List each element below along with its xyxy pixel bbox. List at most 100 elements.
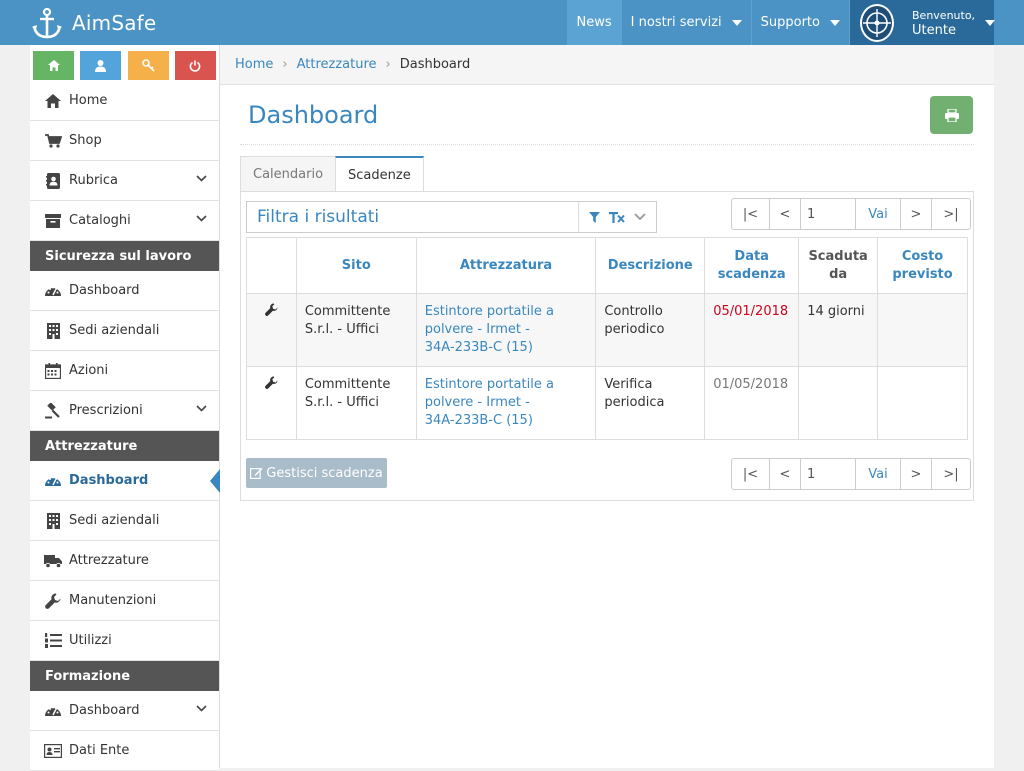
tab-bar: Calendario Scadenze — [240, 156, 424, 192]
pagination-top: |< < 1 Vai > >| — [731, 198, 971, 230]
pager-page-input[interactable]: 1 — [801, 199, 856, 229]
dashboard-icon — [45, 476, 61, 486]
cell-line: Estintore portatile a — [424, 304, 554, 319]
app-logo[interactable]: AimSafe — [30, 0, 156, 45]
sidebar-item-rubrica[interactable]: Rubrica — [30, 161, 219, 201]
logout-quick-button[interactable] — [174, 51, 216, 80]
building-icon — [46, 512, 60, 529]
breadcrumb-home[interactable]: Home — [235, 57, 273, 72]
sidebar-item-attrezzature[interactable]: Attrezzature — [30, 541, 219, 581]
filter-icon[interactable] — [589, 211, 601, 223]
col-header-costo-previsto[interactable]: Costo previsto — [877, 237, 968, 294]
sidebar-item-manutenzioni[interactable]: Manutenzioni — [30, 581, 219, 621]
nav-supporto[interactable]: Supporto — [750, 0, 849, 45]
sidebar-item-sicurezza-sedi[interactable]: Sedi aziendali — [30, 311, 219, 351]
pager-next-button[interactable]: > — [901, 199, 932, 229]
pager-first-button[interactable]: |< — [732, 199, 770, 229]
gestisci-scadenza-button[interactable]: Gestisci scadenza — [246, 458, 387, 488]
sidebar-item-label: Dati Ente — [69, 743, 130, 758]
home-quick-button[interactable] — [33, 51, 74, 80]
user-greeting: Benvenuto, — [912, 8, 976, 22]
user-icon — [95, 59, 107, 72]
sidebar-item-dati-ente[interactable]: Dati Ente — [30, 731, 219, 771]
sidebar-item-label: Prescrizioni — [69, 403, 143, 418]
user-menu[interactable]: Benvenuto, Utente — [849, 0, 996, 45]
col-header-data-scadenza[interactable]: Data scadenza — [704, 237, 800, 294]
address-book-icon — [46, 172, 60, 189]
sidebar-item-attrezzature-dashboard[interactable]: Dashboard — [30, 461, 220, 501]
sidebar-item-home[interactable]: Home — [30, 81, 219, 121]
cell-attrezzatura-link[interactable]: Estintore portatile a polvere - Irmet - 34… — [415, 366, 597, 440]
print-button[interactable] — [930, 96, 973, 134]
chevron-down-icon — [196, 405, 207, 412]
title-divider — [240, 144, 974, 145]
sidebar-item-sicurezza-dashboard[interactable]: Dashboard — [30, 271, 219, 311]
chevron-down-icon[interactable] — [634, 213, 646, 221]
sidebar-item-label: Shop — [69, 133, 102, 148]
pager-last-button[interactable]: >| — [932, 459, 970, 489]
sidebar-item-azioni[interactable]: Azioni — [30, 351, 219, 391]
cell-attrezzatura-link[interactable]: Estintore portatile a polvere - Irmet - 34… — [415, 293, 597, 367]
pager-page-input[interactable]: 1 — [801, 459, 856, 489]
scadenze-panel: |< < 1 Vai > >| Sito Attrezzatura Descri… — [240, 191, 974, 501]
filter-input[interactable] — [247, 202, 578, 232]
sidebar-section-formazione: Formazione — [30, 661, 219, 691]
pagination-bottom: |< < 1 Vai > >| — [731, 458, 971, 490]
sidebar-item-cataloghi[interactable]: Cataloghi — [30, 201, 219, 241]
sidebar-item-attrezzature-sedi[interactable]: Sedi aziendali — [30, 501, 219, 541]
nav-news[interactable]: News — [566, 0, 621, 45]
gestisci-scadenza-label: Gestisci scadenza — [266, 465, 383, 481]
header-line: previsto — [892, 266, 953, 282]
caret-down-icon — [830, 19, 840, 26]
table-row[interactable]: Committente S.r.l. - Uffici Estintore por… — [246, 293, 968, 367]
cell-line: Committente — [304, 377, 391, 392]
sidebar-item-label: Cataloghi — [69, 213, 131, 228]
wrench-icon[interactable] — [265, 376, 278, 389]
wrench-icon — [45, 593, 61, 609]
pager-go-button[interactable]: Vai — [856, 459, 901, 489]
user-quick-button[interactable] — [80, 51, 122, 80]
cell-line: periodico — [604, 322, 665, 337]
cell-line: Controllo — [604, 304, 663, 319]
top-navbar: AimSafe News I nostri servizi Supporto B… — [0, 0, 1024, 45]
sidebar-item-formazione-dashboard[interactable]: Dashboard — [30, 691, 219, 731]
pager-prev-button[interactable]: < — [770, 199, 801, 229]
chevron-right-icon: › — [385, 57, 391, 72]
scadenze-table: Sito Attrezzatura Descrizione Data scaden… — [246, 237, 968, 440]
power-icon — [190, 60, 201, 72]
pager-go-button[interactable]: Vai — [856, 199, 901, 229]
tab-calendario[interactable]: Calendario — [240, 156, 337, 191]
pager-last-button[interactable]: >| — [932, 199, 970, 229]
nav-servizi[interactable]: I nostri servizi — [620, 0, 751, 45]
sidebar-item-utilizzi[interactable]: Utilizzi — [30, 621, 219, 661]
col-header-attrezzatura[interactable]: Attrezzatura — [415, 237, 597, 294]
archive-icon — [45, 213, 61, 228]
dashboard-icon — [45, 286, 61, 296]
id-card-icon — [44, 743, 62, 758]
sidebar-item-shop[interactable]: Shop — [30, 121, 219, 161]
list-ol-icon — [44, 633, 62, 648]
user-name: Utente — [912, 22, 956, 38]
table-row[interactable]: Committente S.r.l. - Uffici Estintore por… — [246, 366, 968, 440]
tab-scadenze[interactable]: Scadenze — [335, 156, 424, 192]
sidebar-item-prescrizioni[interactable]: Prescrizioni — [30, 391, 219, 431]
pager-first-button[interactable]: |< — [732, 459, 770, 489]
col-header-sito[interactable]: Sito — [295, 237, 417, 294]
building-icon — [46, 322, 60, 339]
col-header-descrizione[interactable]: Descrizione — [595, 237, 706, 294]
breadcrumb-attrezzature[interactable]: Attrezzature — [297, 57, 377, 72]
header-line: Data — [734, 248, 769, 264]
pager-next-button[interactable]: > — [901, 459, 932, 489]
gavel-icon — [45, 402, 60, 418]
col-header-scaduta-da: Scaduta da — [798, 237, 879, 294]
pager-prev-button[interactable]: < — [770, 459, 801, 489]
cell-costo-previsto — [877, 366, 968, 440]
chevron-down-icon — [196, 215, 207, 222]
quick-buttons — [30, 45, 219, 81]
sidebar-section-attrezzature: Attrezzature — [30, 431, 219, 461]
key-quick-button[interactable] — [127, 51, 169, 80]
sidebar-item-label: Rubrica — [69, 173, 119, 188]
clear-format-icon[interactable] — [608, 211, 625, 223]
cart-icon — [44, 133, 62, 148]
wrench-icon[interactable] — [265, 303, 278, 316]
